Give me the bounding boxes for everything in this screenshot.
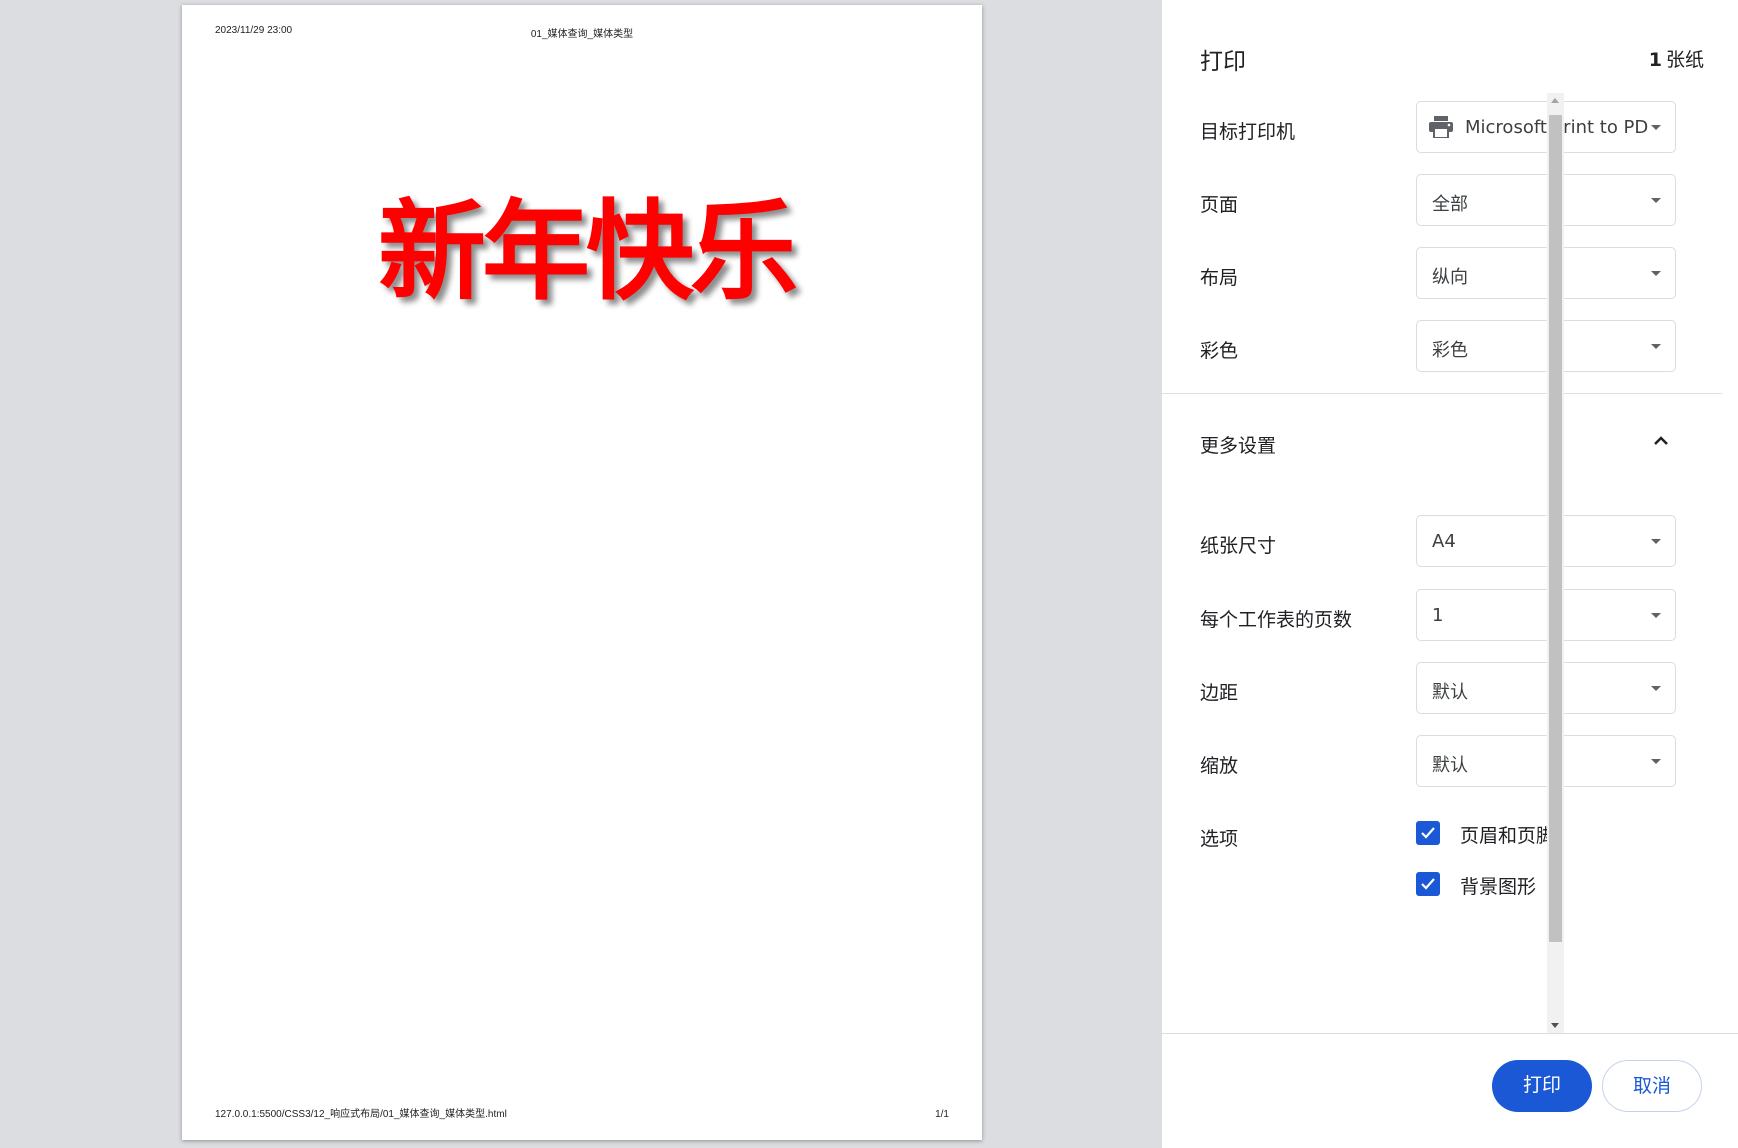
background-graphics-label: 背景图形 (1460, 876, 1537, 898)
preview-page: 2023/11/29 23:00 01_媒体查询_媒体类型 新年快乐 127.0… (182, 5, 982, 1140)
pages-select[interactable]: 全部 (1416, 174, 1676, 226)
color-label: 彩色 (1200, 340, 1239, 362)
chevron-down-icon (1651, 686, 1661, 691)
scrollbar-thumb[interactable] (1549, 115, 1562, 942)
layout-value: 纵向 (1432, 267, 1468, 288)
action-bar: 打印 取消 (1162, 1033, 1738, 1148)
margins-select[interactable]: 默认 (1416, 662, 1676, 714)
page-headline: 新年快乐 (377, 190, 798, 315)
page-header-title: 01_媒体查询_媒体类型 (530, 29, 634, 40)
chevron-down-icon (1651, 613, 1661, 618)
color-value: 彩色 (1432, 340, 1468, 361)
pages-per-sheet-label: 每个工作表的页数 (1200, 609, 1353, 631)
scale-select[interactable]: 默认 (1416, 735, 1676, 787)
print-preview-area: 2023/11/29 23:00 01_媒体查询_媒体类型 新年快乐 127.0… (0, 0, 1162, 1147)
sheet-count: 1 张纸 (1649, 45, 1704, 72)
pages-value: 全部 (1432, 194, 1468, 215)
color-select[interactable]: 彩色 (1416, 320, 1676, 372)
layout-label: 布局 (1200, 267, 1239, 289)
background-graphics-option[interactable]: 背景图形 (1416, 870, 1716, 900)
margins-label: 边距 (1200, 682, 1239, 704)
destination-select[interactable]: Microsoft Print to PD (1416, 101, 1676, 153)
panel-title: 打印 (1200, 49, 1246, 75)
printer-icon (1429, 116, 1453, 138)
scale-value: 默认 (1432, 755, 1468, 776)
setting-row-layout: 布局 纵向 (1162, 247, 1722, 301)
sheet-count-number: 1 (1648, 49, 1662, 71)
page-footer-page-number: 1/1 (935, 1109, 949, 1120)
checkmark-icon (1421, 827, 1435, 839)
print-button[interactable]: 打印 (1492, 1060, 1592, 1112)
settings-scroll-area[interactable]: 目标打印机 Microsoft Print to PD 页面 全部 布局 纵向 … (1162, 93, 1722, 1033)
panel-header: 打印 1 张纸 (1162, 0, 1738, 93)
chevron-down-icon (1651, 271, 1661, 276)
headers-footers-label: 页眉和页脚 (1460, 825, 1556, 847)
setting-row-pages-per-sheet: 每个工作表的页数 1 (1162, 589, 1722, 643)
paper-size-select[interactable]: A4 (1416, 515, 1676, 567)
sheet-count-unit: 张纸 (1665, 49, 1704, 71)
setting-row-color: 彩色 彩色 (1162, 320, 1722, 374)
scale-label: 缩放 (1200, 755, 1239, 777)
paper-size-label: 纸张尺寸 (1200, 535, 1277, 557)
more-settings-label: 更多设置 (1200, 435, 1277, 457)
more-settings-toggle[interactable]: 更多设置 (1162, 415, 1722, 471)
layout-select[interactable]: 纵向 (1416, 247, 1676, 299)
chevron-up-icon (1654, 436, 1668, 445)
scroll-up-arrow-icon[interactable] (1551, 98, 1559, 103)
chevron-down-icon (1651, 198, 1661, 203)
options-label: 选项 (1200, 828, 1239, 850)
setting-row-scale: 缩放 默认 (1162, 735, 1722, 789)
chevron-down-icon (1651, 344, 1661, 349)
chevron-down-icon (1651, 759, 1661, 764)
section-divider (1162, 393, 1722, 394)
chevron-down-icon (1651, 539, 1661, 544)
background-graphics-checkbox[interactable] (1416, 872, 1440, 896)
scroll-down-arrow-icon[interactable] (1551, 1023, 1559, 1028)
page-footer-url: 127.0.0.1:5500/CSS3/12_响应式布局/01_媒体查询_媒体类… (215, 1109, 507, 1120)
settings-scrollbar[interactable] (1547, 93, 1564, 1033)
setting-row-destination: 目标打印机 Microsoft Print to PD (1162, 101, 1722, 155)
headers-footers-option[interactable]: 页眉和页脚 (1416, 819, 1716, 849)
pages-label: 页面 (1200, 194, 1239, 216)
pages-per-sheet-value: 1 (1432, 605, 1444, 626)
setting-row-margins: 边距 默认 (1162, 662, 1722, 716)
pages-per-sheet-select[interactable]: 1 (1416, 589, 1676, 641)
margins-value: 默认 (1432, 682, 1468, 703)
print-settings-panel: 打印 1 张纸 目标打印机 Microsoft Print to PD 页面 全部 (1162, 0, 1738, 1148)
setting-row-paper-size: 纸张尺寸 A4 (1162, 515, 1722, 569)
paper-size-value: A4 (1432, 531, 1456, 552)
cancel-button[interactable]: 取消 (1602, 1060, 1702, 1112)
setting-row-pages: 页面 全部 (1162, 174, 1722, 228)
headers-footers-checkbox[interactable] (1416, 821, 1440, 845)
checkmark-icon (1421, 878, 1435, 890)
chevron-down-icon (1651, 125, 1661, 130)
destination-label: 目标打印机 (1200, 121, 1296, 143)
